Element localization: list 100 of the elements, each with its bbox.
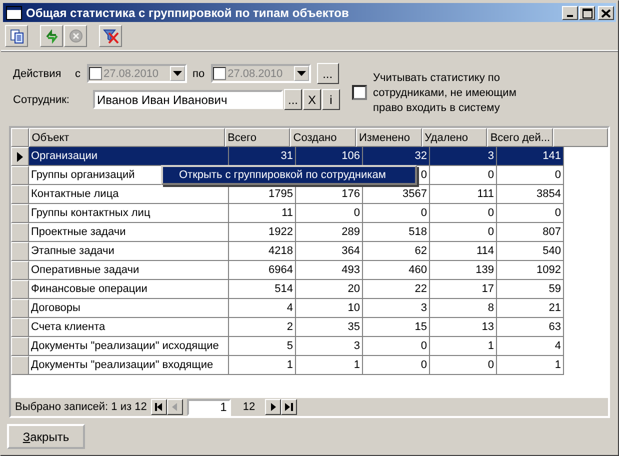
- last-page-button[interactable]: [281, 399, 298, 415]
- skip-arrow-icon: [154, 402, 164, 412]
- date-checkbox[interactable]: [88, 67, 102, 80]
- date-checkbox[interactable]: [212, 67, 226, 80]
- table-cell: 4: [229, 299, 296, 318]
- employee-label: Сотрудник:: [13, 94, 70, 106]
- table-cell: 31: [229, 147, 296, 166]
- table-cell: 22: [363, 280, 430, 300]
- info-button[interactable]: i: [322, 89, 340, 110]
- table-cell: Счета клиента: [29, 318, 229, 338]
- arrow-icon: [268, 402, 278, 412]
- skip-arrow-icon: [284, 402, 294, 412]
- column-header[interactable]: Удалено: [422, 128, 488, 148]
- from-label: с: [75, 68, 80, 80]
- arrow-icon: [170, 402, 180, 412]
- table-cell: 62: [363, 242, 430, 262]
- table-cell: 35: [296, 318, 363, 338]
- table-cell: 1092: [497, 261, 564, 280]
- checkbox[interactable]: [352, 85, 368, 100]
- table-cell: 493: [296, 261, 363, 280]
- table-cell: 0: [497, 204, 564, 224]
- table-cell: 10: [296, 299, 363, 318]
- column-header[interactable]: Всего дей...: [487, 128, 554, 148]
- table-cell: 0: [430, 204, 497, 224]
- table-cell: 114: [430, 242, 497, 262]
- column-header[interactable]: Объект: [28, 128, 225, 148]
- table-cell: 1: [229, 356, 296, 376]
- table-cell: 15: [363, 318, 430, 338]
- table-cell: 518: [363, 223, 430, 242]
- clear-button[interactable]: X: [303, 89, 322, 110]
- filter-clear-button[interactable]: [99, 25, 122, 48]
- table-cell: 1922: [229, 223, 296, 242]
- table-cell: 364: [296, 242, 363, 262]
- to-label: по: [192, 68, 205, 80]
- refresh-button[interactable]: [40, 25, 63, 48]
- filter-clear-icon: [102, 28, 118, 44]
- dropdown-button[interactable]: [294, 66, 309, 82]
- table-cell: 106: [296, 147, 363, 166]
- table-cell: 111: [430, 185, 497, 204]
- copy-button[interactable]: [5, 25, 28, 48]
- table-cell: 139: [430, 261, 497, 280]
- table-cell: 21: [497, 299, 564, 318]
- table-cell: 0: [430, 223, 497, 242]
- table-cell: 1: [497, 356, 564, 376]
- browse-button[interactable]: ...: [284, 89, 302, 110]
- table-cell: 3: [430, 147, 497, 166]
- table-cell: 5: [229, 337, 296, 356]
- window-title: Общая статистика с группировкой по типам объектов: [26, 6, 349, 20]
- table-cell: 289: [296, 223, 363, 242]
- minimize-button[interactable]: [562, 6, 578, 20]
- dropdown-button[interactable]: [170, 66, 184, 82]
- table-cell: Организации: [29, 147, 229, 166]
- maximize-icon: [580, 6, 594, 19]
- window-icon: [6, 6, 22, 20]
- table-cell: 807: [497, 223, 564, 242]
- table-cell: 59: [497, 280, 564, 300]
- column-header[interactable]: Создано: [290, 128, 356, 148]
- table-cell: 4: [497, 337, 564, 356]
- table-cell: 460: [363, 261, 430, 280]
- column-header[interactable]: Всего: [224, 128, 290, 148]
- table-cell: 0: [497, 166, 564, 186]
- next-page-button[interactable]: [265, 399, 282, 415]
- table-cell: 2: [229, 318, 296, 338]
- maximize-button[interactable]: [579, 6, 595, 20]
- table-cell: 32: [363, 147, 430, 166]
- page-field[interactable]: 1: [186, 398, 231, 416]
- table-cell: Этапные задачи: [29, 242, 229, 262]
- table-cell: Проектные задачи: [29, 223, 229, 242]
- row-indicator[interactable]: [11, 147, 29, 166]
- table-cell: 11: [229, 204, 296, 224]
- minimize-icon: [567, 14, 573, 17]
- menu-item[interactable]: Открыть с группировкой по сотрудникам: [163, 167, 415, 184]
- table-cell: 0: [430, 166, 497, 186]
- refresh-icon: [44, 28, 60, 44]
- table-cell: 17: [430, 280, 497, 300]
- table-cell: 141: [497, 147, 564, 166]
- table-cell: 514: [229, 280, 296, 300]
- checkbox-label: Учитывать статистику по сотрудниками, не имеющим право входить в систему: [373, 71, 518, 116]
- table-cell: 0: [296, 204, 363, 224]
- table-cell: 3: [363, 299, 430, 318]
- page-total: 12: [242, 401, 256, 413]
- first-page-button[interactable]: [150, 399, 167, 415]
- table-cell: 3: [296, 337, 363, 356]
- table-cell: 63: [497, 318, 564, 338]
- close-button[interactable]: [598, 6, 614, 20]
- table-cell: 0: [363, 356, 430, 376]
- employee-field[interactable]: Иванов Иван Иванович: [93, 90, 283, 110]
- record-count: Выбрано записей: 1 из 12: [15, 401, 147, 413]
- table-cell: Документы "реализации" входящие: [29, 356, 229, 376]
- table-cell: 13: [430, 318, 497, 338]
- table-cell: 1: [296, 356, 363, 376]
- table-cell: 20: [296, 280, 363, 300]
- table-cell: 4218: [229, 242, 296, 262]
- table-cell: 0: [430, 356, 497, 376]
- range-button[interactable]: ...: [316, 63, 339, 84]
- close-dialog-button[interactable]: Закрыть: [7, 424, 85, 449]
- table-cell: Договоры: [29, 299, 229, 318]
- column-header[interactable]: Изменено: [356, 128, 422, 148]
- stop-icon: [68, 28, 84, 44]
- close-icon: [599, 6, 613, 19]
